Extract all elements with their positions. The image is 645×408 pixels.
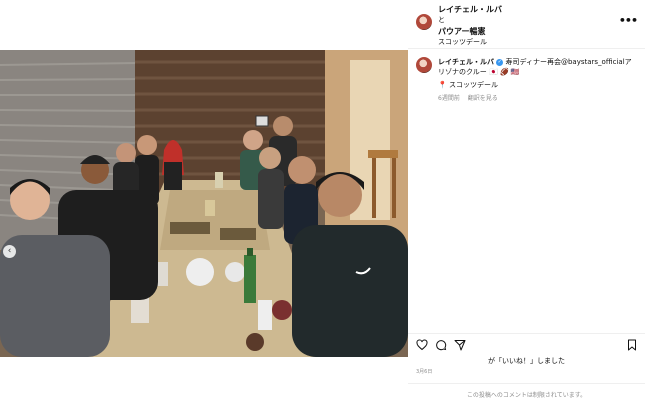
photo-illustration: [0, 50, 408, 357]
location-pin-icon: 📍: [438, 81, 447, 89]
caption-avatar[interactable]: [416, 57, 432, 73]
caption-text: レイチェル・ルバ ✓ 寿司ディナー再会@baystars_officialアリゾ…: [438, 57, 638, 104]
post-side-panel: レイチェル・ルバ と パウアー暢憲 スコッツデール ••• レイチェル・ルバ ✓…: [408, 0, 645, 407]
account-name[interactable]: レイチェル・ルバ: [438, 4, 502, 15]
chevron-left-icon[interactable]: ‹: [3, 245, 16, 258]
time-ago: 6週間前: [438, 95, 460, 102]
share-icon[interactable]: [454, 339, 466, 351]
header-names: レイチェル・ルバ と パウアー暢憲 スコッツデール: [438, 4, 502, 48]
avatar[interactable]: [416, 14, 432, 30]
bookmark-icon[interactable]: [626, 339, 638, 351]
instagram-post: ‹ レイチェル・ルバ と パウアー暢憲 スコッツデール ••• レイチェル・ルバ…: [0, 0, 645, 407]
caption-location[interactable]: スコッツデール: [449, 81, 498, 89]
caption-account-name[interactable]: レイチェル・ルバ: [438, 58, 494, 66]
post-header: レイチェル・ルバ と パウアー暢憲 スコッツデール •••: [408, 0, 645, 49]
caption-meta: 6週間前 翻訳を見る: [438, 94, 638, 104]
verified-icon: ✓: [496, 58, 504, 66]
more-icon[interactable]: •••: [619, 14, 638, 27]
action-bar: [408, 333, 645, 354]
comment-icon[interactable]: [435, 339, 447, 351]
post-date: 3月6日: [416, 369, 433, 375]
post-photo[interactable]: ‹: [0, 50, 408, 357]
comments-restricted-notice: この投稿へのコメントは制限されています。: [408, 383, 645, 408]
collab-account-name[interactable]: パウアー暢憲: [438, 26, 502, 37]
caption-emoji: 🇯🇵 🏈 🇺🇸: [489, 68, 520, 76]
translate-link[interactable]: 翻訳を見る: [468, 95, 498, 102]
location-link[interactable]: スコッツデール: [438, 37, 502, 48]
heart-icon[interactable]: [416, 339, 428, 351]
connector-text: と: [438, 16, 445, 24]
likes-text[interactable]: が「いいね！」しました: [408, 356, 645, 366]
